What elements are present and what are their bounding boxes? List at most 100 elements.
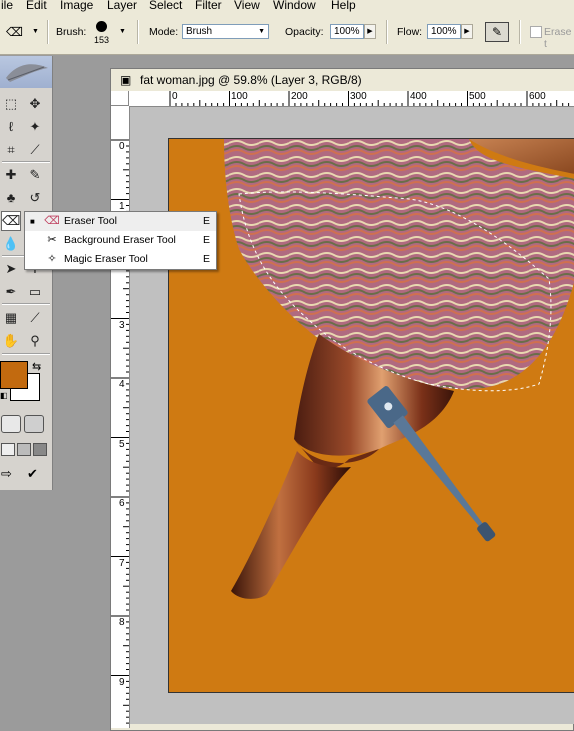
- foreground-color-swatch[interactable]: [0, 361, 28, 389]
- separator: [386, 20, 388, 44]
- pen-icon[interactable]: ✒: [1, 282, 21, 302]
- v-ruler-label: 5: [119, 439, 125, 450]
- flyout-item-shortcut: E: [203, 215, 211, 227]
- toolbox: ⬚ ✥ ℓ ✦ ⌗ ⟋ ✚ ✎ ♣ ↺ ⌫ ▤ 💧 ● ➤ T ✒ ▭ ▦ ⟋ …: [0, 56, 53, 490]
- healing-brush-icon[interactable]: ✚: [1, 165, 21, 185]
- separator: [2, 353, 50, 355]
- swap-colors-icon[interactable]: ⇆: [32, 360, 41, 373]
- background-eraser-icon: ✂: [47, 234, 57, 246]
- opacity-input[interactable]: 100%: [330, 24, 364, 39]
- brush-size: 153: [94, 35, 110, 45]
- blur-icon[interactable]: 💧: [1, 234, 21, 254]
- slice-icon[interactable]: ⟋: [25, 140, 45, 160]
- flyout-item-shortcut: E: [203, 253, 211, 265]
- vertical-ruler[interactable]: 0 1 2 3 4 5 6 7 8 9: [111, 106, 130, 728]
- default-colors-icon[interactable]: ◧: [0, 391, 8, 400]
- h-ruler-label: 500: [469, 91, 486, 102]
- canvas-image[interactable]: [168, 138, 574, 693]
- erase-history-label: Erase t: [544, 26, 572, 50]
- menu-edit[interactable]: Edit: [26, 0, 47, 12]
- airbrush-icon[interactable]: ✎: [485, 22, 509, 42]
- tool-preset-dropdown-icon[interactable]: ▼: [32, 24, 39, 40]
- separator: [2, 161, 50, 163]
- menu-select[interactable]: Select: [149, 0, 182, 12]
- vertical-ruler-ticks: [111, 139, 129, 724]
- lasso-icon[interactable]: ℓ: [1, 117, 21, 137]
- document-title-bar[interactable]: ▣ fat woman.jpg @ 59.8% (Layer 3, RGB/8): [111, 69, 574, 91]
- hand-icon[interactable]: ✋: [1, 331, 21, 351]
- flyout-item-label: Magic Eraser Tool: [64, 253, 148, 265]
- document-title: fat woman.jpg @ 59.8% (Layer 3, RGB/8): [140, 73, 362, 87]
- opacity-slider-button[interactable]: ▶: [364, 24, 376, 39]
- flow-input[interactable]: 100%: [427, 24, 461, 39]
- crop-icon[interactable]: ⌗: [1, 140, 21, 160]
- jump-to-imageready-icon[interactable]: ⇨: [1, 466, 23, 482]
- ruler-origin[interactable]: [111, 91, 129, 106]
- v-ruler-label: 6: [119, 498, 125, 509]
- separator: [2, 303, 50, 305]
- h-ruler-label: 600: [529, 91, 546, 102]
- options-bar: ⌫ ▼ Brush: 153 ▼ Mode: Brush ▼ Opacity: …: [0, 12, 574, 55]
- eraser-icon: ⌫: [44, 215, 60, 227]
- feather-logo-icon: [6, 64, 48, 82]
- menu-file[interactable]: ile: [1, 0, 13, 12]
- menu-bar: ile Edit Image Layer Select Filter View …: [0, 0, 574, 12]
- flyout-item-label: Background Eraser Tool: [64, 234, 176, 246]
- clone-stamp-icon[interactable]: ♣: [1, 188, 21, 208]
- h-ruler-label: 400: [410, 91, 427, 102]
- quick-mask-icon[interactable]: [24, 415, 44, 433]
- v-ruler-label: 4: [119, 379, 125, 390]
- flow-label: Flow:: [397, 26, 423, 38]
- v-ruler-label: 7: [119, 558, 125, 569]
- history-brush-icon[interactable]: ↺: [25, 188, 45, 208]
- h-ruler-label: 200: [291, 91, 308, 102]
- flyout-item-shortcut: E: [203, 234, 211, 246]
- eraser-tool-flyout: ■ ⌫ Eraser Tool E ✂ Background Eraser To…: [24, 211, 217, 270]
- menu-window[interactable]: Window: [273, 0, 316, 12]
- mode-value: Brush: [186, 26, 213, 37]
- flyout-item-background-eraser-tool[interactable]: ✂ Background Eraser Tool E: [25, 231, 216, 250]
- magic-wand-icon[interactable]: ✦: [25, 117, 45, 137]
- v-ruler-label: 0: [119, 141, 125, 152]
- brush-icon[interactable]: ✎: [25, 165, 45, 185]
- opacity-label: Opacity:: [285, 26, 324, 38]
- flyout-item-magic-eraser-tool[interactable]: ✧ Magic Eraser Tool E: [25, 250, 216, 269]
- eraser-icon[interactable]: ⌫: [1, 211, 21, 231]
- horizontal-ruler[interactable]: 0 100 200 300 400 500 600: [129, 91, 574, 107]
- brush-picker-dropdown-icon[interactable]: ▼: [119, 24, 126, 40]
- shape-icon[interactable]: ▭: [25, 282, 45, 302]
- mode-label: Mode:: [149, 26, 179, 38]
- separator: [47, 20, 49, 44]
- menu-help[interactable]: Help: [331, 0, 356, 12]
- notes-icon[interactable]: ▦: [1, 308, 21, 328]
- marquee-icon[interactable]: ⬚: [1, 94, 21, 114]
- flow-slider-button[interactable]: ▶: [461, 24, 473, 39]
- move-icon[interactable]: ✥: [25, 94, 45, 114]
- flyout-item-eraser-tool[interactable]: ■ ⌫ Eraser Tool E: [25, 212, 216, 231]
- screen-mode-full-icon[interactable]: [33, 443, 47, 456]
- image-artwork: [169, 139, 574, 692]
- toolbox-header[interactable]: [0, 56, 52, 88]
- menu-layer[interactable]: Layer: [107, 0, 137, 12]
- eraser-preset-icon[interactable]: ⌫: [6, 24, 24, 40]
- screen-mode-standard-icon[interactable]: [1, 443, 15, 456]
- menu-filter[interactable]: Filter: [195, 0, 222, 12]
- document-icon: ▣: [120, 73, 132, 87]
- screen-mode-full-menu-icon[interactable]: [17, 443, 31, 456]
- path-selection-icon[interactable]: ➤: [1, 259, 21, 279]
- separator: [137, 20, 139, 44]
- menu-view[interactable]: View: [234, 0, 260, 12]
- brush-preview-icon[interactable]: [96, 21, 107, 32]
- imageready-icon[interactable]: ✔: [27, 466, 45, 482]
- zoom-icon[interactable]: ⚲: [25, 331, 45, 351]
- standard-mode-icon[interactable]: [1, 415, 21, 433]
- erase-history-checkbox[interactable]: [530, 26, 542, 38]
- selected-marker-icon: ■: [30, 217, 35, 226]
- separator: [519, 20, 521, 44]
- menu-image[interactable]: Image: [60, 0, 93, 12]
- h-ruler-label: 100: [231, 91, 248, 102]
- eyedropper-icon[interactable]: ⟋: [25, 308, 45, 328]
- v-ruler-label: 9: [119, 677, 125, 688]
- mode-select[interactable]: Brush ▼: [182, 24, 269, 39]
- brush-label: Brush:: [56, 26, 87, 38]
